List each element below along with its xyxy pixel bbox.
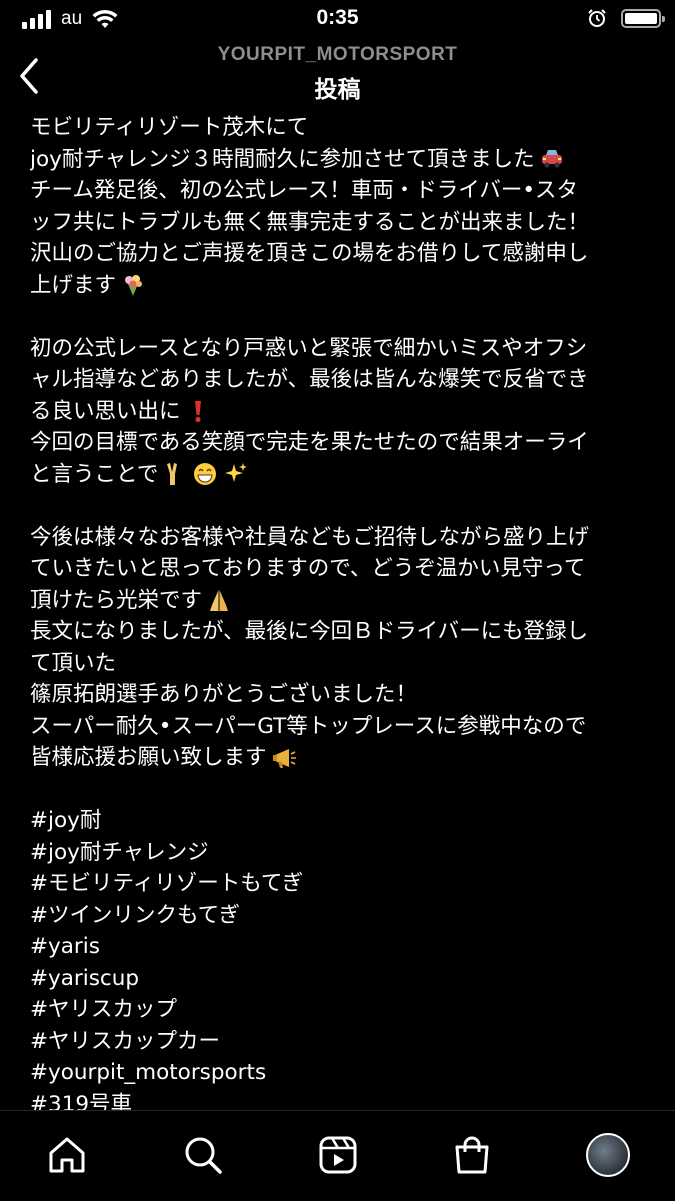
caption-line-text: #ヤリスカップ <box>30 997 178 1022</box>
post-caption: モビリティリゾート茂木にて joy耐チャレンジ３時間耐久に参加させて頂きましたチー… <box>30 112 660 1110</box>
battery-icon <box>621 8 665 28</box>
caption-line-text: 頂けたら光栄です <box>30 587 203 613</box>
caption-line: 篠原拓朗選手ありがとうございました！ <box>30 679 660 711</box>
caption-line-text: #モビリティリゾートもてぎ <box>30 871 304 896</box>
caption-line-text: #joy耐 <box>30 808 102 833</box>
hashtag-link[interactable]: #yaris <box>30 931 660 963</box>
caption-line-text: ていきたいと思っておりますので、どうぞ温かい見守って <box>30 556 586 581</box>
car-emoji <box>539 146 565 172</box>
caption-line-text: #yariscup <box>30 965 140 991</box>
caption-line-text: モビリティリゾート茂木にて <box>30 115 309 140</box>
tab-home[interactable] <box>43 1131 91 1179</box>
caption-line-text: #joy耐チャレンジ <box>30 839 209 865</box>
search-icon <box>185 1137 222 1174</box>
reels-icon <box>319 1136 357 1174</box>
home-icon <box>49 1137 85 1173</box>
caption-line: モビリティリゾート茂木にて <box>30 112 660 144</box>
caption-line: 沢山のご協力とご声援を頂きこの場をお借りして感謝申し <box>30 238 660 270</box>
caption-line <box>30 774 660 806</box>
post-header: YOURPIT_MOTORSPORT 投稿 <box>0 38 675 110</box>
hashtag-link[interactable]: #319号車 <box>30 1089 660 1111</box>
caption-line-text: 今後は様々なお客様や社員などもご招待しながら盛り上げ <box>30 524 590 550</box>
page-title: 投稿 <box>314 77 361 103</box>
alarm-icon <box>588 9 606 27</box>
caption-line: 初の公式レースとなり戸惑いと緊張で細かいミスやオフシ <box>30 333 660 365</box>
hashtag-link[interactable]: #ツインリンクもてぎ <box>30 900 660 932</box>
caption-line-text: #yourpit_motorsports <box>30 1060 267 1085</box>
caption-line-text: て頂いた <box>30 650 117 676</box>
hashtag-link[interactable]: #モビリティリゾートもてぎ <box>30 868 660 900</box>
hashtag-link[interactable]: #ヤリスカップカー <box>30 1026 660 1058</box>
caption-line-text: joy耐チャレンジ３時間耐久に参加させて頂きました <box>30 146 535 172</box>
caption-line-text: 上げます <box>30 272 117 298</box>
caption-line-text: スーパー耐久•スーパーGT等トップレースに参戦中なので <box>30 713 587 739</box>
caption-line: 上げます <box>30 270 660 302</box>
caption-line-text: #ツインリンクもてぎ <box>30 902 241 928</box>
caption-line-text: #ヤリスカップカー <box>30 1028 221 1054</box>
hashtag-link[interactable]: #joy耐 <box>30 805 660 837</box>
bottom-tab-bar <box>0 1110 675 1201</box>
caption-line: ッフ共にトラブルも無く無事完走することが出来ました！ <box>30 207 660 239</box>
caption-line-text: 沢山のご協力とご声援を頂きこの場をお借りして感謝申し <box>30 241 589 266</box>
caption-line-text: 長文になりましたが、最後に今回Ｂドライバーにも登録し <box>30 619 589 644</box>
tab-reels[interactable] <box>314 1131 362 1179</box>
caption-line <box>30 490 660 522</box>
caption-line-text: ッフ共にトラブルも無く無事完走することが出来ました！ <box>30 209 590 235</box>
caption-line-text: ャル指導などありましたが、最後は皆んな爆笑で反省でき <box>30 367 589 392</box>
caption-line: ていきたいと思っておりますので、どうぞ温かい見守って <box>30 553 660 585</box>
caption-line-text: 今回の目標である笑顔で完走を果たせたので結果オーライ <box>30 430 589 455</box>
hashtag-link[interactable]: #ヤリスカップ <box>30 994 660 1026</box>
exclamation-emoji <box>185 398 211 424</box>
caption-line: ャル指導などありましたが、最後は皆んな爆笑で反省でき <box>30 364 660 396</box>
caption-line-text: 皆様応援お願い致します <box>30 745 267 770</box>
caption-line <box>30 301 660 333</box>
status-bar: au 0:35 <box>0 0 675 38</box>
tab-search[interactable] <box>179 1131 227 1179</box>
folded-hands-emoji <box>206 587 232 613</box>
caption-line: る良い思い出に <box>30 396 660 428</box>
victory-grin-sparkles-emoji <box>162 461 248 487</box>
status-time: 0:35 <box>316 6 359 29</box>
caption-line: 今後は様々なお客様や社員などもご招待しながら盛り上げ <box>30 522 660 554</box>
caption-line: チーム発足後、初の公式レース！車両・ドライバー•スタ <box>30 175 660 207</box>
caption-line-text: #yaris <box>30 934 100 959</box>
caption-line: 長文になりましたが、最後に今回Ｂドライバーにも登録し <box>30 616 660 648</box>
hashtag-link[interactable]: #yariscup <box>30 963 660 995</box>
shop-bag-icon <box>455 1136 489 1174</box>
status-right <box>587 8 665 28</box>
caption-line: 皆様応援お願い致します <box>30 742 660 774</box>
caption-line: スーパー耐久•スーパーGT等トップレースに参戦中なので <box>30 711 660 743</box>
hashtag-link[interactable]: #joy耐チャレンジ <box>30 837 660 869</box>
caption-line: joy耐チャレンジ３時間耐久に参加させて頂きました <box>30 144 660 176</box>
avatar <box>586 1133 630 1177</box>
caption-line-text: チーム発足後、初の公式レース！車両・ドライバー•スタ <box>30 178 579 203</box>
account-name: YOURPIT_MOTORSPORT <box>217 44 458 65</box>
caption-line: 今回の目標である笑顔で完走を果たせたので結果オーライ <box>30 427 660 459</box>
caption-line-text: #319号車 <box>30 1091 133 1111</box>
caption-line: と言うことで <box>30 459 660 491</box>
caption-line: て頂いた <box>30 648 660 680</box>
caption-line-text: 篠原拓朗選手ありがとうございました！ <box>30 682 418 707</box>
hashtag-link[interactable]: #yourpit_motorsports <box>30 1057 660 1089</box>
tab-profile[interactable] <box>584 1131 632 1179</box>
tab-shop[interactable] <box>448 1131 496 1179</box>
caption-line-text: る良い思い出に <box>30 398 181 424</box>
caption-line-text: 初の公式レースとなり戸惑いと緊張で細かいミスやオフシ <box>30 335 588 361</box>
caption-line-text: と言うことで <box>30 461 159 487</box>
bouquet-emoji <box>120 272 146 298</box>
caption-line: 頂けたら光栄です <box>30 585 660 617</box>
megaphone-emoji <box>271 745 297 771</box>
